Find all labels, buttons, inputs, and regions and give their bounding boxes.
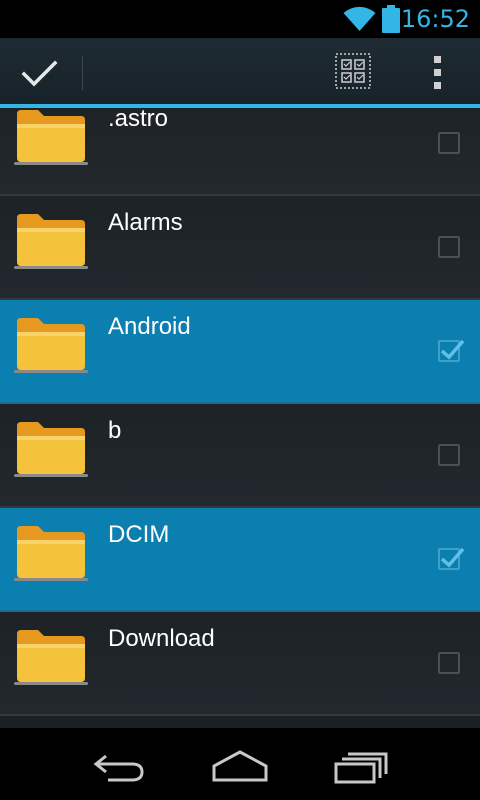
back-icon	[93, 754, 144, 782]
file-name: DCIM	[108, 521, 170, 548]
back-button[interactable]	[84, 744, 156, 788]
file-name: b	[108, 417, 122, 444]
file-checkbox[interactable]	[438, 444, 460, 466]
folder-icon	[14, 526, 88, 581]
home-icon	[212, 750, 268, 782]
recents-button[interactable]	[324, 744, 396, 788]
file-name: .astro	[108, 108, 169, 132]
file-list[interactable]: .astro Alarms Android b DCIM Download	[0, 108, 480, 728]
done-button[interactable]	[0, 38, 82, 106]
checkmark-icon	[440, 547, 465, 568]
select-all-icon	[335, 53, 371, 89]
status-clock: 16:52	[400, 5, 470, 33]
file-checkbox[interactable]	[438, 339, 465, 362]
select-all-button[interactable]	[325, 46, 381, 98]
navigation-bar	[0, 728, 480, 800]
checkmark-icon	[440, 339, 465, 360]
checkmark-icon	[21, 60, 58, 87]
file-checkbox[interactable]	[438, 132, 460, 154]
file-checkbox[interactable]	[438, 652, 460, 674]
status-bar: 16:52	[0, 0, 480, 38]
file-checkbox[interactable]	[438, 547, 465, 570]
file-row[interactable]: Alarms	[0, 196, 480, 300]
file-row[interactable]: Download	[0, 612, 480, 716]
folder-icon	[14, 214, 88, 269]
file-name: Android	[108, 313, 191, 340]
overflow-menu-icon	[434, 56, 441, 89]
battery-icon	[382, 5, 400, 33]
file-checkbox[interactable]	[438, 236, 460, 258]
file-name: Download	[108, 625, 215, 652]
wifi-icon	[343, 6, 376, 32]
folder-icon	[14, 318, 88, 373]
action-bar-divider	[82, 56, 83, 90]
folder-icon	[14, 630, 88, 685]
recents-icon	[334, 752, 388, 784]
file-row[interactable]: b	[0, 404, 480, 508]
action-bar	[0, 38, 480, 106]
folder-icon	[14, 422, 88, 477]
file-row[interactable]: Android	[0, 300, 480, 404]
folder-icon	[14, 110, 88, 165]
file-name: Alarms	[108, 209, 183, 236]
overflow-menu-button[interactable]	[410, 46, 466, 98]
file-row[interactable]: DCIM	[0, 508, 480, 612]
home-button[interactable]	[204, 744, 276, 788]
file-row[interactable]: .astro	[0, 108, 480, 196]
